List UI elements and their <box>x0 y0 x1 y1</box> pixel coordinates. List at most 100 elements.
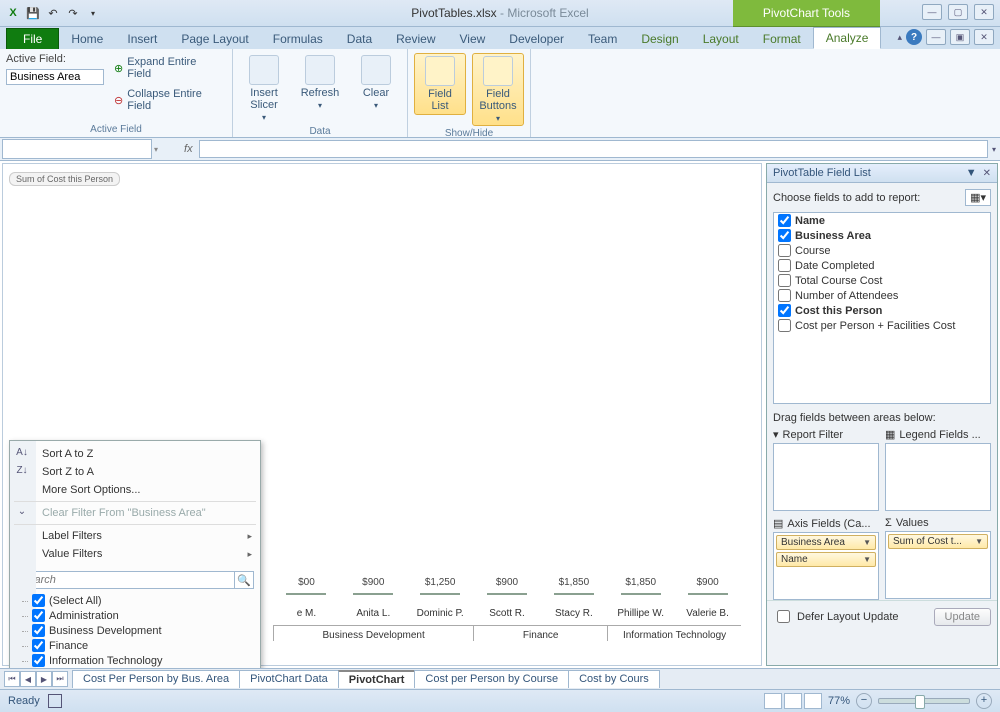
zoom-out-button[interactable]: − <box>856 693 872 709</box>
tab-analyze[interactable]: Analyze <box>813 27 882 49</box>
tab-developer[interactable]: Developer <box>497 29 576 49</box>
tab-team[interactable]: Team <box>576 29 629 49</box>
file-tab[interactable]: File <box>6 28 59 49</box>
formula-expand-icon[interactable]: ▾ <box>992 145 996 154</box>
chart-area[interactable]: Sum of Cost this Person $00$900$1,250$90… <box>2 163 762 666</box>
filter-search-input[interactable] <box>16 571 235 589</box>
field-checklist[interactable]: Name Business Area Course Date Completed Tot… <box>773 212 991 404</box>
save-icon[interactable]: 💾 <box>24 4 42 22</box>
field-checkbox[interactable] <box>778 214 791 227</box>
close-button[interactable]: ✕ <box>974 4 994 20</box>
tab-formulas[interactable]: Formulas <box>261 29 335 49</box>
name-box[interactable] <box>2 139 152 159</box>
zoom-in-button[interactable]: + <box>976 693 992 709</box>
area-pill[interactable]: Sum of Cost t...▼ <box>888 534 988 549</box>
field-buttons-button[interactable]: Field Buttons▾ <box>472 53 524 126</box>
tab-format[interactable]: Format <box>751 29 813 49</box>
help-icon[interactable]: ? <box>906 29 922 45</box>
filter-item-checkbox[interactable] <box>32 594 45 607</box>
workbook-minimize-button[interactable]: — <box>926 29 946 45</box>
sheet-nav-last[interactable]: ⏭ <box>52 671 68 687</box>
zoom-slider[interactable] <box>878 698 970 704</box>
active-field-input[interactable] <box>6 69 104 85</box>
drag-areas-label: Drag fields between areas below: <box>767 404 997 428</box>
tab-insert[interactable]: Insert <box>115 29 169 49</box>
area-pill[interactable]: Business Area▼ <box>776 535 876 550</box>
tab-review[interactable]: Review <box>384 29 447 49</box>
update-button[interactable]: Update <box>934 608 991 626</box>
field-label[interactable]: Total Course Cost <box>795 275 882 287</box>
field-label[interactable]: Cost this Person <box>795 305 882 317</box>
minimize-button[interactable]: — <box>922 4 942 20</box>
view-page-break-icon[interactable] <box>804 693 822 709</box>
tab-view[interactable]: View <box>448 29 498 49</box>
label-filters[interactable]: Label Filters▸ <box>10 527 260 545</box>
sheet-tab[interactable]: Cost Per Person by Bus. Area <box>72 670 240 688</box>
legend-fields-dropzone[interactable] <box>885 443 991 511</box>
maximize-button[interactable]: ▢ <box>948 4 968 20</box>
qat-dropdown-icon[interactable]: ▾ <box>84 4 102 22</box>
workbook-restore-button[interactable]: ▣ <box>950 29 970 45</box>
sheet-nav-next[interactable]: ▶ <box>36 671 52 687</box>
sort-z-to-a[interactable]: Z↓Sort Z to A <box>10 463 260 481</box>
field-label[interactable]: Name <box>795 215 825 227</box>
field-label[interactable]: Number of Attendees <box>795 290 898 302</box>
filter-item-checkbox[interactable] <box>32 624 45 637</box>
refresh-button[interactable]: Refresh▾ <box>295 53 345 112</box>
more-sort-options[interactable]: More Sort Options... <box>10 481 260 499</box>
clear-button[interactable]: Clear▾ <box>351 53 401 112</box>
tab-page-layout[interactable]: Page Layout <box>169 29 260 49</box>
view-normal-icon[interactable] <box>764 693 782 709</box>
ribbon-minimize-icon[interactable]: ▴ <box>897 32 902 43</box>
tab-design[interactable]: Design <box>629 29 690 49</box>
expand-field-button[interactable]: ⊕Expand Entire Field <box>110 55 226 81</box>
zoom-level[interactable]: 77% <box>828 695 850 707</box>
field-checkbox[interactable] <box>778 319 791 332</box>
filter-item-checkbox[interactable] <box>32 639 45 652</box>
field-checkbox[interactable] <box>778 229 791 242</box>
tab-home[interactable]: Home <box>59 29 115 49</box>
report-filter-dropzone[interactable] <box>773 443 879 511</box>
field-checkbox[interactable] <box>778 289 791 302</box>
field-list-button[interactable]: Field List <box>414 53 466 115</box>
layout-options-button[interactable]: ▦▾ <box>965 189 991 206</box>
area-pill[interactable]: Name▼ <box>776 552 876 567</box>
filter-item-checkbox[interactable] <box>32 654 45 667</box>
tab-data[interactable]: Data <box>335 29 384 49</box>
field-label[interactable]: Date Completed <box>795 260 875 272</box>
field-checkbox[interactable] <box>778 274 791 287</box>
insert-slicer-button[interactable]: Insert Slicer▾ <box>239 53 289 124</box>
defer-update-checkbox[interactable] <box>777 610 790 623</box>
undo-icon[interactable]: ↶ <box>44 4 62 22</box>
formula-input[interactable] <box>199 140 988 158</box>
field-checkbox[interactable] <box>778 244 791 257</box>
view-page-layout-icon[interactable] <box>784 693 802 709</box>
field-label[interactable]: Cost per Person + Facilities Cost <box>795 320 955 332</box>
tab-layout[interactable]: Layout <box>691 29 751 49</box>
sheet-nav-first[interactable]: ⏮ <box>4 671 20 687</box>
sheet-tab[interactable]: Cost per Person by Course <box>414 670 569 688</box>
axis-fields-dropzone[interactable]: Business Area▼ Name▼ <box>773 532 879 600</box>
sheet-tab[interactable]: PivotChart Data <box>239 670 339 688</box>
sort-a-to-z[interactable]: A↓Sort A to Z <box>10 445 260 463</box>
field-label[interactable]: Business Area <box>795 230 871 242</box>
macro-record-icon[interactable] <box>48 694 62 708</box>
search-icon[interactable]: 🔍 <box>235 571 254 589</box>
sheet-tab[interactable]: Cost by Cours <box>568 670 660 688</box>
values-dropzone[interactable]: Sum of Cost t...▼ <box>885 531 991 599</box>
field-list-close-icon[interactable]: ✕ <box>983 168 991 179</box>
field-checkbox[interactable] <box>778 304 791 317</box>
redo-icon[interactable]: ↷ <box>64 4 82 22</box>
workbook-close-button[interactable]: ✕ <box>974 29 994 45</box>
filter-item-checkbox[interactable] <box>32 609 45 622</box>
fx-icon[interactable]: fx <box>184 143 193 155</box>
value-filters[interactable]: Value Filters▸ <box>10 545 260 563</box>
field-label[interactable]: Course <box>795 245 830 257</box>
expand-icon: ⊕ <box>114 62 123 75</box>
sheet-tab[interactable]: PivotChart <box>338 670 416 688</box>
sheet-nav-prev[interactable]: ◀ <box>20 671 36 687</box>
chart-value-field-badge[interactable]: Sum of Cost this Person <box>9 172 120 186</box>
field-checkbox[interactable] <box>778 259 791 272</box>
field-list-dropdown-icon[interactable]: ▼ <box>966 167 977 179</box>
collapse-field-button[interactable]: ⊖Collapse Entire Field <box>110 87 226 113</box>
